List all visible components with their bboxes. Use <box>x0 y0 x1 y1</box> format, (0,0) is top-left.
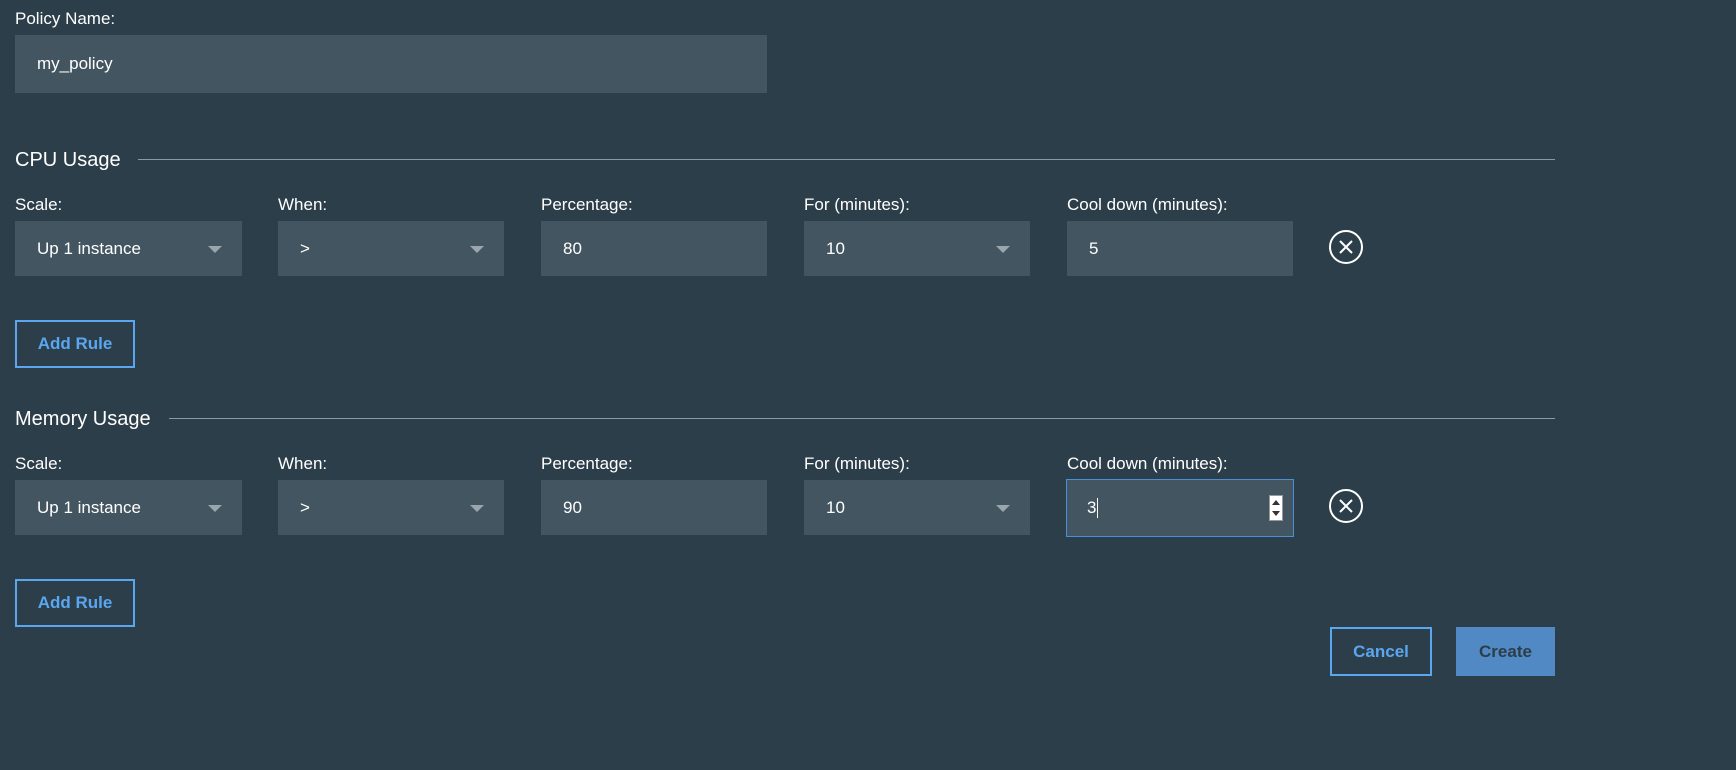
cpu-percentage-label: Percentage: <box>541 195 633 214</box>
memory-scale-value: Up 1 instance <box>37 497 141 517</box>
policy-form: Policy Name: my_policy CPU Usage Scale: … <box>0 0 1736 770</box>
cancel-button[interactable]: Cancel <box>1330 627 1432 676</box>
memory-usage-title: Memory Usage <box>15 408 151 430</box>
chevron-down-icon <box>208 245 222 253</box>
cpu-percentage-value: 80 <box>563 238 582 258</box>
chevron-down-icon <box>208 504 222 512</box>
chevron-down-icon <box>470 504 484 512</box>
cpu-cooldown-label: Cool down (minutes): <box>1067 195 1228 214</box>
memory-percentage-input[interactable]: 90 <box>541 480 767 535</box>
memory-section-divider <box>169 418 1555 419</box>
chevron-down-icon <box>996 245 1010 253</box>
cpu-when-value: > <box>300 238 310 258</box>
stepper-down-icon[interactable] <box>1272 511 1280 516</box>
memory-when-select[interactable]: > <box>278 480 504 535</box>
memory-for-label: For (minutes): <box>804 454 910 473</box>
cpu-cooldown-input[interactable]: 5 <box>1067 221 1293 276</box>
memory-scale-label: Scale: <box>15 454 63 473</box>
memory-for-select[interactable]: 10 <box>804 480 1030 535</box>
memory-cooldown-value: 3 <box>1087 498 1097 517</box>
close-circle-icon[interactable] <box>1328 229 1364 265</box>
cpu-when-label: When: <box>278 195 328 214</box>
cpu-for-select[interactable]: 10 <box>804 221 1030 276</box>
policy-name-label: Policy Name: <box>15 9 116 28</box>
cpu-for-value: 10 <box>826 238 845 258</box>
policy-name-value: my_policy <box>37 54 113 73</box>
memory-for-value: 10 <box>826 497 845 517</box>
cpu-section-divider <box>138 159 1555 160</box>
cpu-scale-value: Up 1 instance <box>37 238 141 258</box>
memory-when-label: When: <box>278 454 328 473</box>
close-circle-icon[interactable] <box>1328 488 1364 524</box>
memory-when-value: > <box>300 497 310 517</box>
chevron-down-icon <box>470 245 484 253</box>
cpu-scale-label: Scale: <box>15 195 63 214</box>
memory-percentage-label: Percentage: <box>541 454 633 473</box>
create-button[interactable]: Create <box>1456 627 1555 676</box>
memory-cooldown-label: Cool down (minutes): <box>1067 454 1228 473</box>
cpu-when-select[interactable]: > <box>278 221 504 276</box>
stepper-up-icon[interactable] <box>1272 500 1280 505</box>
cpu-scale-select[interactable]: Up 1 instance <box>15 221 242 276</box>
cpu-add-rule-button[interactable]: Add Rule <box>15 320 135 368</box>
number-stepper[interactable] <box>1269 495 1283 521</box>
cpu-cooldown-value: 5 <box>1089 238 1099 258</box>
memory-add-rule-button[interactable]: Add Rule <box>15 579 135 627</box>
cpu-for-label: For (minutes): <box>804 195 910 214</box>
memory-percentage-value: 90 <box>563 497 582 517</box>
memory-scale-select[interactable]: Up 1 instance <box>15 480 242 535</box>
chevron-down-icon <box>996 504 1010 512</box>
policy-name-input[interactable]: my_policy <box>15 35 767 93</box>
cpu-percentage-input[interactable]: 80 <box>541 221 767 276</box>
memory-cooldown-input[interactable]: 3 <box>1066 479 1294 537</box>
text-cursor <box>1097 498 1099 518</box>
cpu-usage-title: CPU Usage <box>15 149 121 171</box>
